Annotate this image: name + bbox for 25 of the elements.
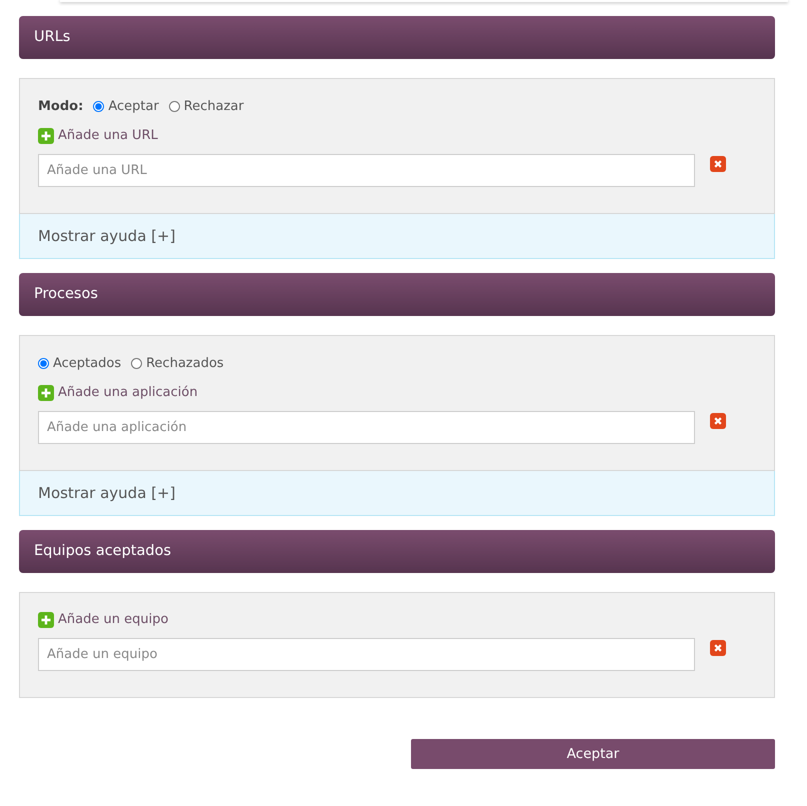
add-icon [38, 128, 54, 144]
section-header: Equipos aceptados [19, 530, 775, 573]
radio-button[interactable] [168, 101, 180, 112]
radio-button[interactable] [38, 358, 49, 369]
radio-button[interactable] [131, 358, 142, 369]
text-input[interactable]: Añade un equipo [38, 638, 695, 671]
section-header: URLs [19, 16, 775, 59]
remove-icon[interactable] [710, 640, 726, 656]
add-icon [38, 385, 54, 401]
help-toggle[interactable]: Mostrar ayuda [+] [38, 224, 176, 248]
text-input[interactable]: Añade una aplicación [38, 411, 695, 444]
section-header: Procesos [19, 273, 775, 316]
radio-button[interactable] [93, 101, 104, 112]
text-input[interactable]: Añade una URL [38, 154, 695, 187]
add-icon [38, 612, 54, 628]
help-toggle[interactable]: Mostrar ayuda [+] [38, 482, 176, 504]
add-link[interactable]: Añade una URL [38, 126, 158, 146]
add-link[interactable]: Añade un equipo [38, 610, 168, 630]
remove-icon[interactable] [710, 413, 726, 429]
section-panel: Aceptados Rechazados Añade una aplicación Añade una aplicación [19, 335, 775, 471]
submit-button[interactable]: Aceptar [411, 739, 775, 769]
remove-icon[interactable] [710, 156, 726, 172]
section-panel: Modo: Aceptar Rechazar Añade una URL Añade una URL [19, 78, 775, 214]
add-link[interactable]: Añade una aplicación [38, 383, 198, 403]
mode-label: Modo: [38, 98, 84, 116]
